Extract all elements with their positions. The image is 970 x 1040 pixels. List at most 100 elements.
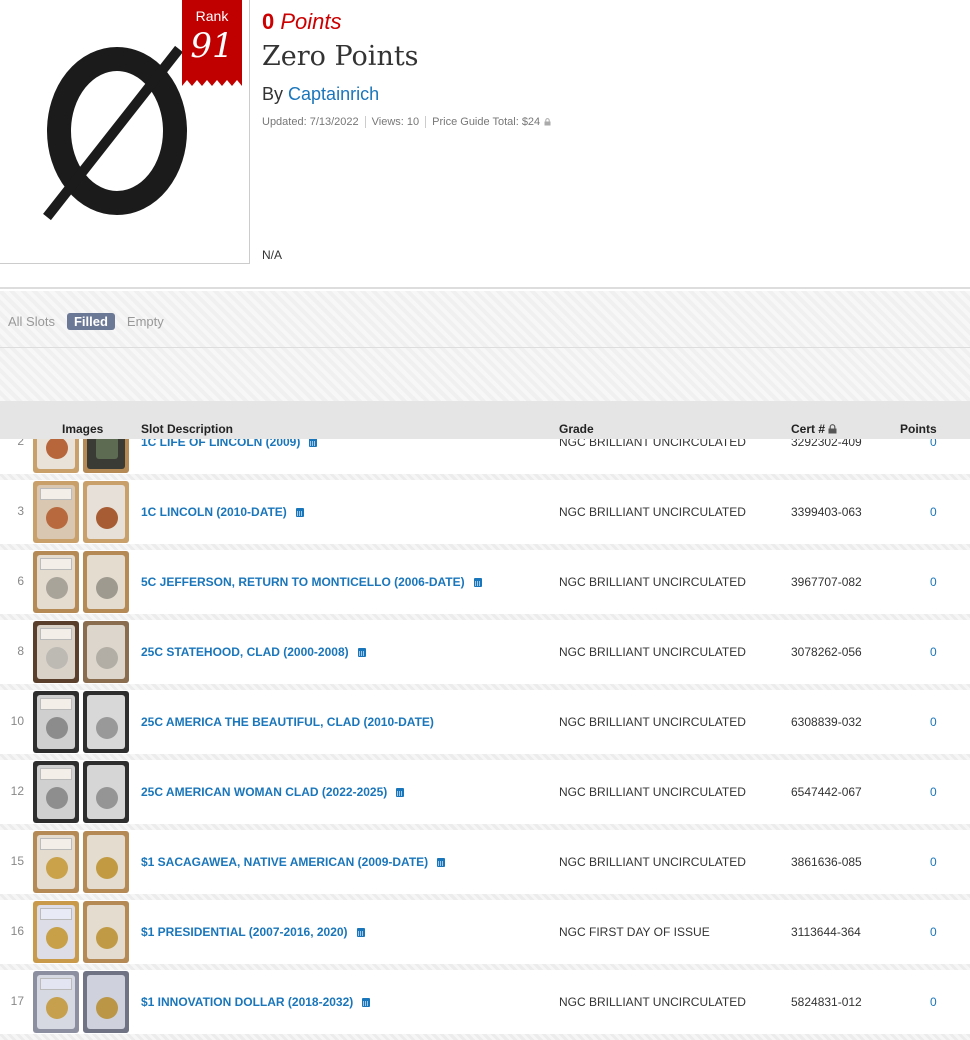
slot-description-link[interactable]: 25C AMERICA THE BEAUTIFUL, CLAD (2010-DA… — [141, 715, 434, 729]
view-count: Views: 10 — [371, 116, 420, 128]
table-header: Images Slot Description Grade Cert # Poi… — [0, 401, 970, 439]
col-grade[interactable]: Grade — [559, 422, 594, 436]
calendar-icon[interactable] — [473, 578, 482, 587]
points-value: 0 — [262, 9, 275, 34]
slot-grade: NGC BRILLIANT UNCIRCULATED — [559, 785, 746, 799]
col-points[interactable]: Points — [900, 422, 937, 436]
slot-points[interactable]: 0 — [930, 925, 937, 939]
slot-number: 15 — [10, 854, 24, 868]
slot-points[interactable]: 0 — [930, 855, 937, 869]
slot-grade: NGC BRILLIANT UNCIRCULATED — [559, 575, 746, 589]
coin-image-reverse[interactable] — [83, 481, 129, 543]
col-slot-description[interactable]: Slot Description — [141, 422, 233, 436]
slot-description-link[interactable]: $1 SACAGAWEA, NATIVE AMERICAN (2009-DATE… — [141, 855, 446, 869]
coin-image-obverse[interactable] — [33, 971, 79, 1033]
points-word: Points — [280, 9, 342, 34]
slot-number: 16 — [10, 924, 24, 938]
slot-grade: NGC FIRST DAY OF ISSUE — [559, 925, 710, 939]
calendar-icon[interactable] — [357, 648, 366, 657]
owner-link[interactable]: Captainrich — [288, 84, 379, 104]
table-row: 8 25C STATEHOOD, CLAD (2000-2008) NGC BR… — [0, 620, 970, 690]
coin-image-reverse[interactable] — [83, 901, 129, 963]
slot-cert: 3399403-063 — [791, 505, 862, 519]
slots-table: 2 1C LIFE OF LINCOLN (2009) NGC BRILLIAN… — [0, 410, 970, 1040]
slot-points[interactable]: 0 — [930, 575, 937, 589]
col-cert-label: Cert # — [791, 422, 826, 436]
slot-grade: NGC BRILLIANT UNCIRCULATED — [559, 645, 746, 659]
coin-image-obverse[interactable] — [33, 481, 79, 543]
slot-cert: 3078262-056 — [791, 645, 862, 659]
slot-description-link[interactable]: 25C AMERICAN WOMAN CLAD (2022-2025) — [141, 785, 405, 799]
lock-icon — [544, 118, 551, 126]
coin-image-obverse[interactable] — [33, 691, 79, 753]
slot-cert: 3113644-364 — [791, 925, 861, 939]
divider — [364, 116, 366, 128]
table-row: 6 5C JEFFERSON, RETURN TO MONTICELLO (20… — [0, 550, 970, 620]
calendar-icon[interactable] — [309, 438, 318, 447]
slot-points[interactable]: 0 — [930, 995, 937, 1009]
slot-grade: NGC BRILLIANT UNCIRCULATED — [559, 505, 746, 519]
lock-icon — [828, 424, 837, 434]
coin-image-reverse[interactable] — [83, 691, 129, 753]
calendar-icon[interactable] — [356, 928, 365, 937]
table-row: 3 1C LINCOLN (2010-DATE) NGC BRILLIANT U… — [0, 480, 970, 550]
slot-number: 17 — [10, 994, 24, 1008]
set-meta: Updated: 7/13/2022 Views: 10 Price Guide… — [262, 115, 551, 129]
coin-image-obverse[interactable] — [33, 621, 79, 683]
slot-description-link[interactable]: 1C LINCOLN (2010-DATE) — [141, 505, 304, 519]
coin-image-reverse[interactable] — [83, 621, 129, 683]
coin-image-obverse[interactable] — [33, 901, 79, 963]
by-prefix: By — [262, 84, 284, 104]
filter-filled[interactable]: Filled — [66, 313, 115, 330]
slot-number: 6 — [17, 574, 24, 588]
divider — [0, 347, 970, 348]
set-description: N/A — [262, 248, 283, 262]
filter-empty[interactable]: Empty — [127, 314, 164, 329]
slot-description-link[interactable]: 5C JEFFERSON, RETURN TO MONTICELLO (2006… — [141, 575, 482, 589]
coin-image-obverse[interactable] — [33, 831, 79, 893]
table-row: 12 25C AMERICAN WOMAN CLAD (2022-2025) N… — [0, 760, 970, 830]
coin-image-reverse[interactable] — [83, 831, 129, 893]
calendar-icon[interactable] — [295, 508, 304, 517]
coin-image-reverse[interactable] — [83, 551, 129, 613]
slot-points[interactable]: 0 — [930, 505, 937, 519]
filter-all-slots[interactable]: All Slots — [8, 314, 55, 329]
empty-set-icon — [43, 45, 187, 221]
slot-description-link[interactable]: 25C STATEHOOD, CLAD (2000-2008) — [141, 645, 366, 659]
owner-line: By Captainrich — [262, 82, 379, 106]
table-row: 10 25C AMERICA THE BEAUTIFUL, CLAD (2010… — [0, 690, 970, 760]
slot-cert: 6547442-067 — [791, 785, 862, 799]
calendar-icon[interactable] — [362, 998, 371, 1007]
slot-grade: NGC BRILLIANT UNCIRCULATED — [559, 855, 746, 869]
coin-image-obverse[interactable] — [33, 551, 79, 613]
slot-points[interactable]: 0 — [930, 715, 937, 729]
price-guide-total: Price Guide Total: $24 — [432, 116, 541, 128]
slot-number: 3 — [17, 504, 24, 518]
set-points: 0 Points — [262, 8, 342, 36]
coin-image-reverse[interactable] — [83, 761, 129, 823]
col-cert[interactable]: Cert # — [791, 422, 837, 436]
filter-bar: All Slots Filled Empty — [0, 291, 970, 401]
table-row: 15 $1 SACAGAWEA, NATIVE AMERICAN (2009-D… — [0, 830, 970, 900]
rank-label: Rank — [195, 8, 229, 24]
slot-number: 12 — [10, 784, 24, 798]
coin-image-reverse[interactable] — [83, 971, 129, 1033]
slot-number: 10 — [10, 714, 24, 728]
slot-cert: 6308839-032 — [791, 715, 862, 729]
calendar-icon[interactable] — [396, 788, 405, 797]
slot-points[interactable]: 0 — [930, 785, 937, 799]
calendar-icon[interactable] — [437, 858, 446, 867]
table-row: 16 $1 PRESIDENTIAL (2007-2016, 2020) NGC… — [0, 900, 970, 970]
slot-filter-tabs: All Slots Filled Empty — [8, 313, 164, 330]
slot-number: 8 — [17, 644, 24, 658]
slot-grade: NGC BRILLIANT UNCIRCULATED — [559, 995, 746, 1009]
set-header: Rank 91 0 Points Zero Points By Captainr… — [0, 0, 970, 289]
slot-description-link[interactable]: $1 PRESIDENTIAL (2007-2016, 2020) — [141, 925, 365, 939]
page-title: Zero Points — [262, 41, 419, 72]
slot-points[interactable]: 0 — [930, 645, 937, 659]
slot-cert: 3967707-082 — [791, 575, 862, 589]
coin-image-obverse[interactable] — [33, 761, 79, 823]
slot-description-link[interactable]: $1 INNOVATION DOLLAR (2018-2032) — [141, 995, 371, 1009]
rank-number: 91 — [190, 26, 234, 66]
col-images: Images — [62, 422, 104, 436]
